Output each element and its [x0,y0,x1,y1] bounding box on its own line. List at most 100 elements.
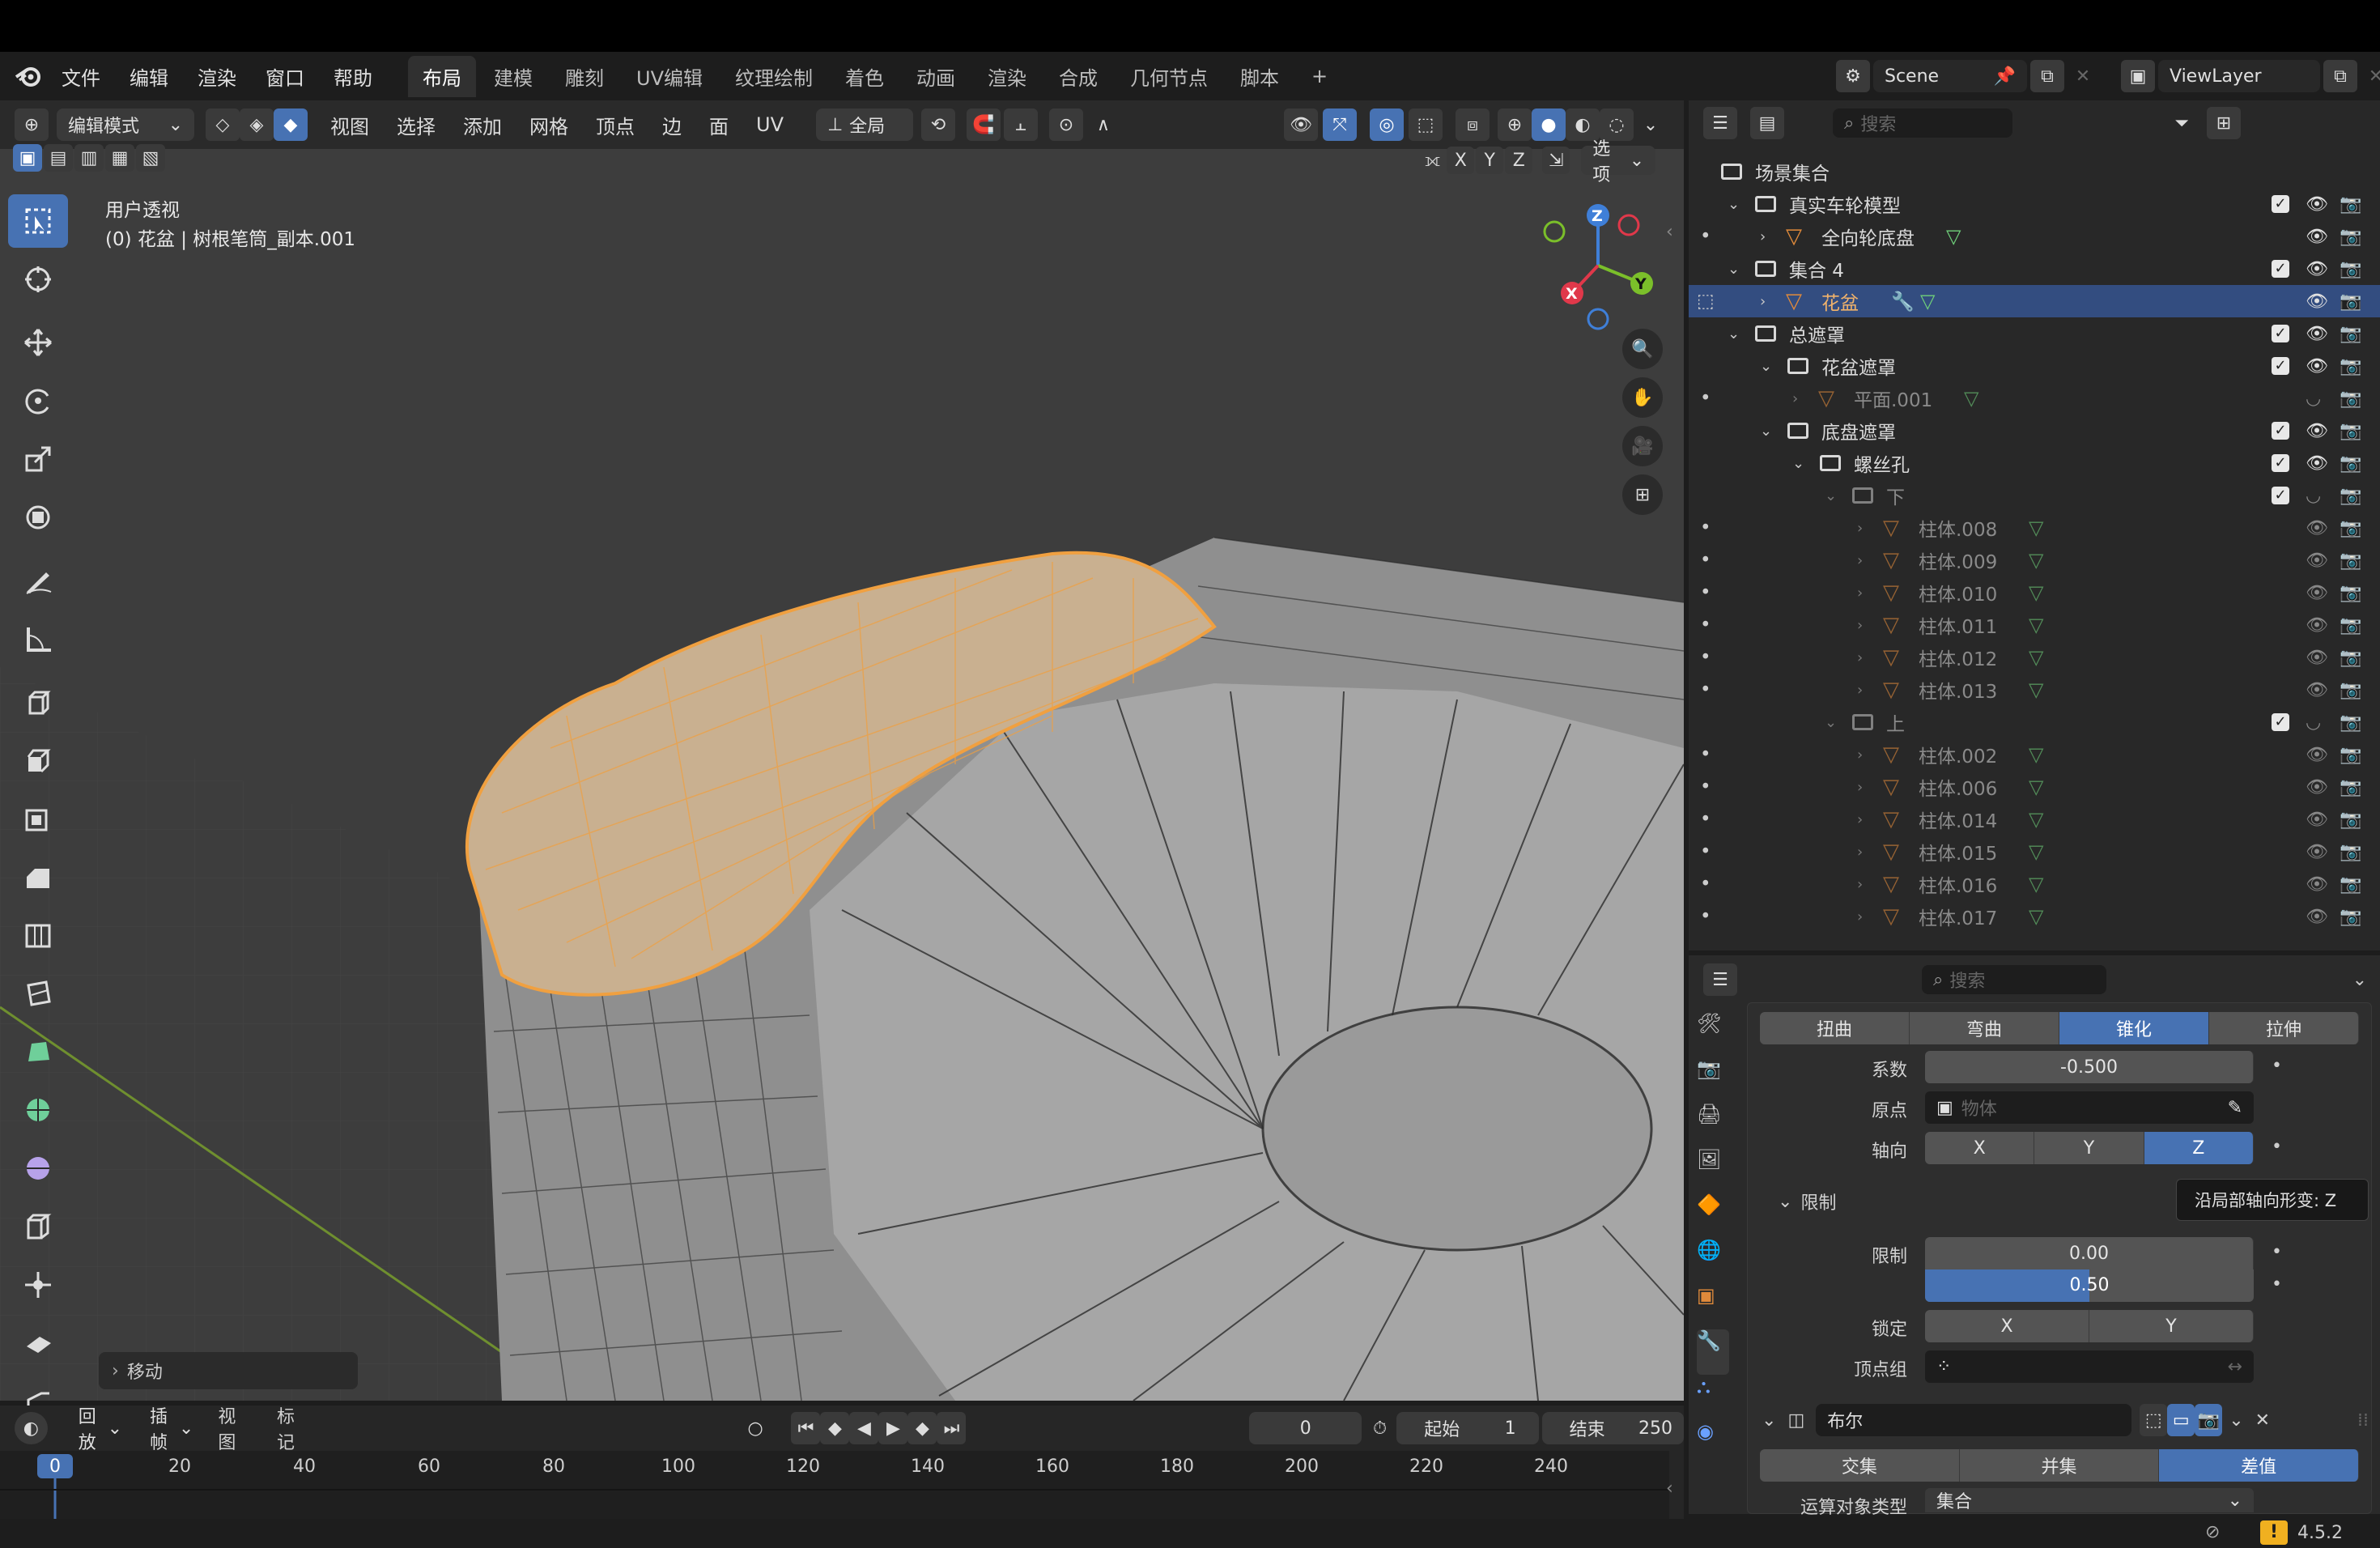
vertex-group-field[interactable]: ⁘ ↔ [1925,1350,2254,1383]
display-mode-icon[interactable]: ▤ [1750,107,1784,139]
scene-name-field[interactable]: Scene 📌 [1873,60,2027,92]
select-new-icon[interactable]: ▣ [13,144,42,172]
chevron-right-icon[interactable]: › [1857,682,1863,699]
shrink-fatten-tool-icon[interactable] [8,1258,68,1312]
origin-field[interactable]: ▣ 物体 ✎ [1925,1091,2254,1124]
outliner-row-selected[interactable]: ⬚ › ▽ 花盆 🔧 ▽ 👁 📷 [1689,285,2380,317]
mesh-data-icon[interactable]: ▽ [2029,678,2043,701]
keyframe-dot-icon[interactable]: • [2272,1274,2282,1295]
new-collection-icon[interactable]: ⊞ [2207,107,2241,139]
gizmo-toggle-icon[interactable]: ⤧ [1323,108,1357,141]
outliner-row[interactable]: • › ▽ 柱体.010 ▽ 👁 📷 [1689,576,2380,609]
chevron-right-icon[interactable]: › [1857,617,1863,634]
deform-stretch[interactable]: 拉伸 [2209,1012,2359,1044]
mirror-icon[interactable]: ⟗ [1425,151,1440,171]
new-viewlayer-icon[interactable]: ⧉ [2323,60,2357,92]
outliner-row[interactable]: • › ▽ 柱体.017 ▽ 👁 📷 [1689,900,2380,933]
chevron-down-icon[interactable]: ⌄ [1762,1410,1776,1431]
tab-compositing[interactable]: 合成 [1044,56,1112,97]
eye-hidden-icon[interactable]: ◡ [2306,712,2321,733]
snap-icon[interactable]: 🧲 [966,108,1001,141]
object-tab-icon[interactable]: ▣ [1697,1284,1729,1329]
perspective-toggle-icon[interactable]: ⊞ [1622,474,1663,515]
keyframe-dot-icon[interactable]: • [2272,1137,2282,1157]
menu-uv[interactable]: UV [756,113,784,136]
select-extend-icon[interactable]: ▤ [44,144,73,172]
outliner-row[interactable]: ⌄ 下 ✓ ◡ 📷 [1689,479,2380,512]
modifier-wrench-icon[interactable]: 🔧 [1891,291,1915,313]
close-icon[interactable]: ✕ [2255,1410,2270,1431]
menu-file[interactable]: 文件 [62,62,100,91]
chevron-right-icon[interactable]: › [1792,390,1798,407]
eye-icon[interactable]: 👁 [2306,421,2328,441]
exclude-checkbox[interactable]: ✓ [2272,357,2289,375]
editor-type-icon[interactable]: ⊕ [15,108,49,141]
mode-select[interactable]: 编辑模式 ⌄ [57,108,194,141]
chevron-right-icon[interactable]: › [1857,876,1863,893]
outliner-row[interactable]: ⌄ 底盘遮罩 ✓ 👁 📷 [1689,415,2380,447]
eye-icon[interactable]: 👁 [2306,583,2328,603]
outliner-editor-type-icon[interactable]: ☰ [1703,107,1737,139]
chevron-down-icon[interactable]: ⌄ [1825,487,1837,504]
tab-texture-paint[interactable]: 纹理绘制 [720,56,827,97]
scene-icon[interactable]: ⚙ [1836,60,1870,92]
close-viewlayer-icon[interactable]: ✕ [2359,60,2380,92]
camera-icon[interactable]: 📷 [2340,227,2361,247]
camera-icon[interactable]: 📷 [2340,712,2361,733]
stopwatch-icon[interactable]: ⏱ [1373,1418,1387,1439]
physics-tab-icon[interactable]: ◉ [1697,1420,1729,1465]
eye-icon[interactable]: 👁 [2306,907,2328,927]
bool-union[interactable]: 并集 [1959,1449,2160,1482]
outliner-row[interactable]: ⌄ 上 ✓ ◡ 📷 [1689,706,2380,738]
mesh-data-icon[interactable]: ▽ [2029,808,2043,831]
outliner-row[interactable]: • › ▽ 柱体.012 ▽ 👁 📷 [1689,641,2380,674]
axis-z[interactable]: Z [2144,1132,2254,1164]
outliner-row[interactable]: • › ▽ 柱体.008 ▽ 👁 📷 [1689,512,2380,544]
outliner-row[interactable]: ⌄ 总遮罩 ✓ 👁 📷 [1689,317,2380,350]
pan-hand-icon[interactable]: ✋ [1622,377,1663,418]
loop-cut-tool-icon[interactable] [8,908,68,962]
lock-x[interactable]: X [1925,1310,2089,1342]
auto-merge-icon[interactable]: ⇲ [1542,147,1570,174]
spin-tool-icon[interactable] [8,1083,68,1137]
chevron-right-icon[interactable]: › [1760,293,1766,310]
exclude-checkbox[interactable]: ✓ [2272,713,2289,731]
falloff-icon[interactable]: ∧ [1086,108,1120,141]
smooth-tool-icon[interactable] [8,1142,68,1195]
output-tab-icon[interactable]: 🖨 [1697,1103,1729,1148]
zoom-icon[interactable]: 🔍 [1622,329,1663,369]
chevron-right-icon[interactable]: › [1760,228,1766,245]
invert-icon[interactable]: ↔ [2228,1357,2242,1377]
rotate-tool-icon[interactable] [8,374,68,427]
outliner-row[interactable]: • › ▽ 柱体.013 ▽ 👁 📷 [1689,674,2380,706]
chevron-down-icon[interactable]: ⌄ [1760,423,1772,440]
jump-start-icon[interactable]: ⏮ [791,1412,821,1444]
particles-tab-icon[interactable]: ⛬ [1697,1375,1729,1420]
outliner-row[interactable]: • › ▽ 柱体.015 ▽ 👁 📷 [1689,836,2380,868]
tab-uv-editing[interactable]: UV编辑 [622,56,717,97]
tab-layout[interactable]: 布局 [408,55,476,97]
eye-icon[interactable]: 👁 [2306,615,2328,636]
poly-build-tool-icon[interactable] [8,1025,68,1078]
tab-modeling[interactable]: 建模 [479,56,547,97]
tab-scripting[interactable]: 脚本 [1226,56,1294,97]
outliner-row[interactable]: • › ▽ 全向轮底盘 ▽ 👁 📷 [1689,220,2380,253]
axis-y[interactable]: Y [2034,1132,2144,1164]
start-frame-field[interactable]: 起始 1 [1396,1412,1539,1444]
chevron-right-icon[interactable]: › [1857,585,1863,602]
chevron-right-icon[interactable]: › [1857,908,1863,925]
timeline-track[interactable]: 0 20 40 60 80 100 120 140 160 180 200 220 240 [0,1451,1669,1519]
jump-keyframe-forward-icon[interactable]: ◆ [907,1412,937,1444]
mesh-data-icon[interactable]: ▽ [1964,387,1978,410]
keyframe-dot-icon[interactable]: • [2272,1056,2282,1076]
viewport-toggle-icon[interactable]: ▭ [2167,1404,2195,1436]
camera-icon[interactable]: 📷 [2340,356,2361,376]
render-toggle-icon[interactable]: 📷 [2195,1404,2223,1436]
bool-difference[interactable]: 差值 [2159,1449,2360,1482]
eye-icon[interactable]: 👁 [2306,356,2328,376]
chevron-down-icon[interactable]: ⌄ [1728,196,1740,213]
camera-icon[interactable]: 📷 [2340,874,2361,895]
properties-search[interactable]: ⌕ 搜索 [1922,965,2106,994]
outliner-row[interactable]: ⌄ 螺丝孔 ✓ 👁 📷 [1689,447,2380,479]
mesh-overlay-icon[interactable]: ⬚ [1409,108,1443,141]
